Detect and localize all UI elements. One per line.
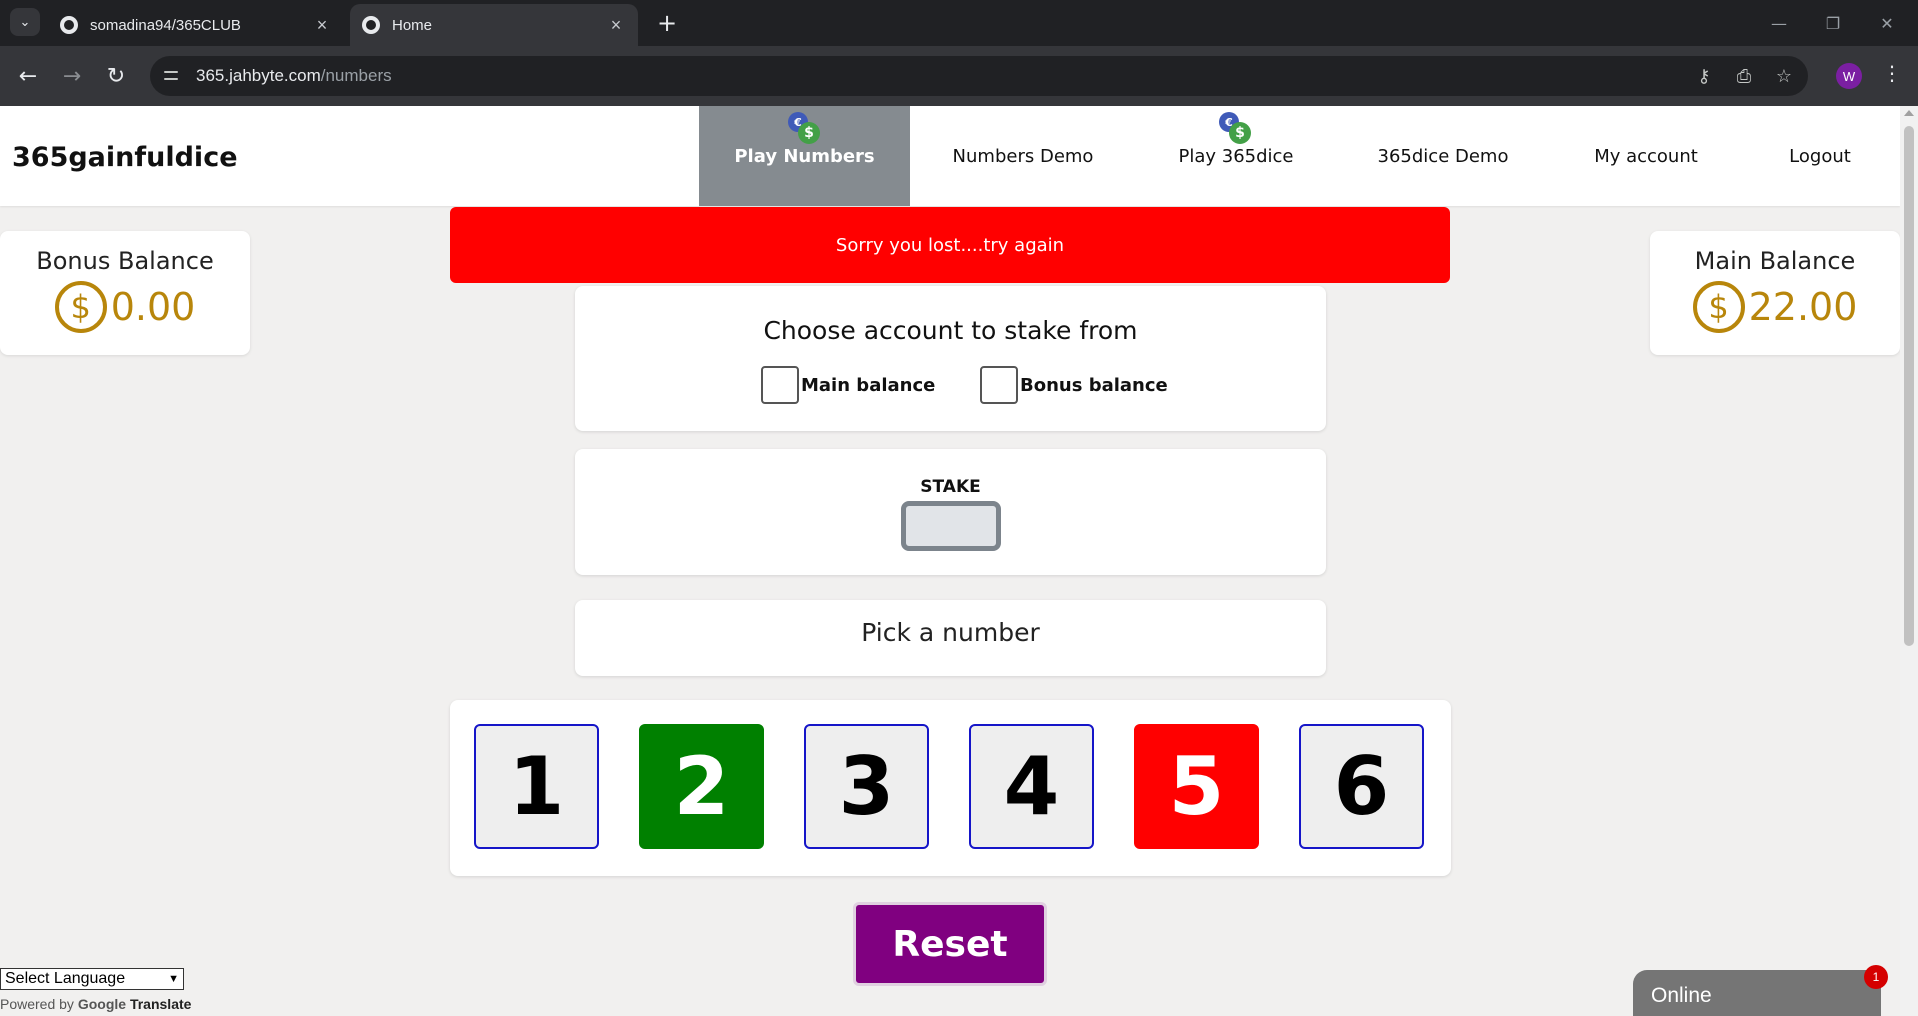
profile-avatar[interactable]: W xyxy=(1836,63,1862,89)
close-window-button[interactable]: ✕ xyxy=(1864,0,1910,46)
site-header: 365gainfuldice € $ Play Numbers Numbers D… xyxy=(0,106,1900,206)
new-tab-button[interactable]: + xyxy=(652,8,682,38)
pick-number-card: Pick a number xyxy=(575,600,1326,676)
number-button-2[interactable]: 2 xyxy=(639,724,764,849)
minimize-window-button[interactable]: — xyxy=(1756,0,1802,46)
password-key-icon[interactable]: ⚷ xyxy=(1692,66,1716,88)
tab-home[interactable]: Home × xyxy=(350,4,638,46)
chevron-down-icon: ▼ xyxy=(168,973,179,985)
chat-notification-badge: 1 xyxy=(1864,965,1888,989)
main-balance-checkbox[interactable] xyxy=(761,366,799,404)
address-bar[interactable]: 365.jahbyte.com/numbers ⚷ ⎙ ☆ xyxy=(150,56,1808,96)
forward-button[interactable]: → xyxy=(56,60,88,92)
reset-button[interactable]: Reset xyxy=(853,902,1047,986)
main-balance-label: Main balance xyxy=(801,374,936,396)
coin-dollar-icon: € $ xyxy=(788,112,820,144)
nav-label: My account xyxy=(1594,145,1698,167)
stake-input[interactable] xyxy=(901,501,1001,551)
dollar-coin-icon: $ xyxy=(1692,281,1745,333)
tab-title: somadina94/365CLUB xyxy=(90,16,241,34)
translate-link[interactable]: Translate xyxy=(130,996,191,1012)
number-button-4[interactable]: 4 xyxy=(969,724,1094,849)
scroll-up-arrow-icon[interactable] xyxy=(1904,110,1914,116)
back-button[interactable]: ← xyxy=(12,60,44,92)
install-app-icon[interactable]: ⎙ xyxy=(1732,66,1756,88)
main-balance-option[interactable]: Main balance xyxy=(761,366,935,404)
stake-label: STAKE xyxy=(920,477,981,497)
dollar-coin-icon: $ xyxy=(54,281,107,333)
bonus-balance-option[interactable]: Bonus balance xyxy=(980,366,1168,404)
number-button-3[interactable]: 3 xyxy=(804,724,929,849)
pick-number-label: Pick a number xyxy=(861,618,1040,647)
restore-window-button[interactable]: ❐ xyxy=(1810,0,1856,46)
coin-dollar-icon: € $ xyxy=(1219,112,1251,144)
site-favicon-icon xyxy=(362,16,380,34)
number-button-1[interactable]: 1 xyxy=(474,724,599,849)
nav-my-account[interactable]: My account xyxy=(1546,106,1746,206)
nav-label: Play 365dice xyxy=(1178,145,1294,167)
nav-label: Play Numbers xyxy=(734,145,875,167)
url-path: /numbers xyxy=(320,66,392,85)
nav-label: 365dice Demo xyxy=(1377,145,1509,167)
language-select-value: Select Language xyxy=(5,970,126,987)
bonus-balance-title: Bonus Balance xyxy=(36,247,214,275)
nav-365dice-demo[interactable]: 365dice Demo xyxy=(1343,106,1543,206)
stake-account-card: Choose account to stake from Main balanc… xyxy=(575,286,1326,431)
page-scrollbar[interactable] xyxy=(1900,106,1918,1016)
dice-row: 1 2 3 4 5 6 xyxy=(450,700,1451,876)
powered-by-google: Powered by Google Translate xyxy=(0,996,191,1012)
main-balance-card: Main Balance $ 22.00 xyxy=(1650,231,1900,355)
nav-label: Logout xyxy=(1789,145,1851,167)
nav-play-numbers[interactable]: € $ Play Numbers xyxy=(699,106,910,206)
url-host: 365.jahbyte.com xyxy=(196,66,321,85)
scrollbar-thumb[interactable] xyxy=(1904,126,1914,646)
browser-menu-icon[interactable]: ⋮ xyxy=(1880,61,1904,91)
bonus-balance-card: Bonus Balance $ 0.00 xyxy=(0,231,250,355)
online-chat-widget[interactable]: Online xyxy=(1633,970,1881,1016)
browser-toolbar: ← → ↻ 365.jahbyte.com/numbers ⚷ ⎙ ☆ W ⋮ xyxy=(0,46,1918,106)
reload-button[interactable]: ↻ xyxy=(100,60,132,92)
nav-label: Numbers Demo xyxy=(952,145,1094,167)
google-logo: Google xyxy=(77,996,127,1012)
nav-play-365dice[interactable]: € $ Play 365dice xyxy=(1136,106,1336,206)
bookmark-star-icon[interactable]: ☆ xyxy=(1772,66,1796,88)
page-viewport: 365gainfuldice € $ Play Numbers Numbers D… xyxy=(0,106,1918,1016)
github-icon xyxy=(60,16,78,34)
site-info-icon[interactable] xyxy=(162,66,182,86)
tab-github[interactable]: somadina94/365CLUB × xyxy=(48,4,344,46)
bonus-balance-checkbox[interactable] xyxy=(980,366,1018,404)
powered-by-text: Powered by xyxy=(0,996,74,1012)
language-select[interactable]: Select Language ▼ xyxy=(0,968,184,990)
bonus-balance-amount: 0.00 xyxy=(110,285,196,329)
bonus-balance-label: Bonus balance xyxy=(1020,374,1168,396)
tab-title: Home xyxy=(392,16,433,34)
main-balance-title: Main Balance xyxy=(1694,247,1856,275)
number-button-6[interactable]: 6 xyxy=(1299,724,1424,849)
result-alert: Sorry you lost....try again xyxy=(450,207,1450,283)
tab-close-icon[interactable]: × xyxy=(312,15,332,36)
site-brand[interactable]: 365gainfuldice xyxy=(12,142,238,173)
number-button-5[interactable]: 5 xyxy=(1134,724,1259,849)
nav-logout[interactable]: Logout xyxy=(1740,106,1900,206)
browser-tabstrip: ⌄ somadina94/365CLUB × Home × + — ❐ ✕ xyxy=(0,0,1918,46)
stake-account-title: Choose account to stake from xyxy=(763,316,1138,345)
tab-close-icon[interactable]: × xyxy=(606,15,626,36)
main-balance-amount: 22.00 xyxy=(1748,285,1858,329)
nav-numbers-demo[interactable]: Numbers Demo xyxy=(923,106,1123,206)
tab-search-button[interactable]: ⌄ xyxy=(10,8,40,36)
url-text: 365.jahbyte.com/numbers xyxy=(196,66,392,86)
stake-card: STAKE xyxy=(575,449,1326,575)
